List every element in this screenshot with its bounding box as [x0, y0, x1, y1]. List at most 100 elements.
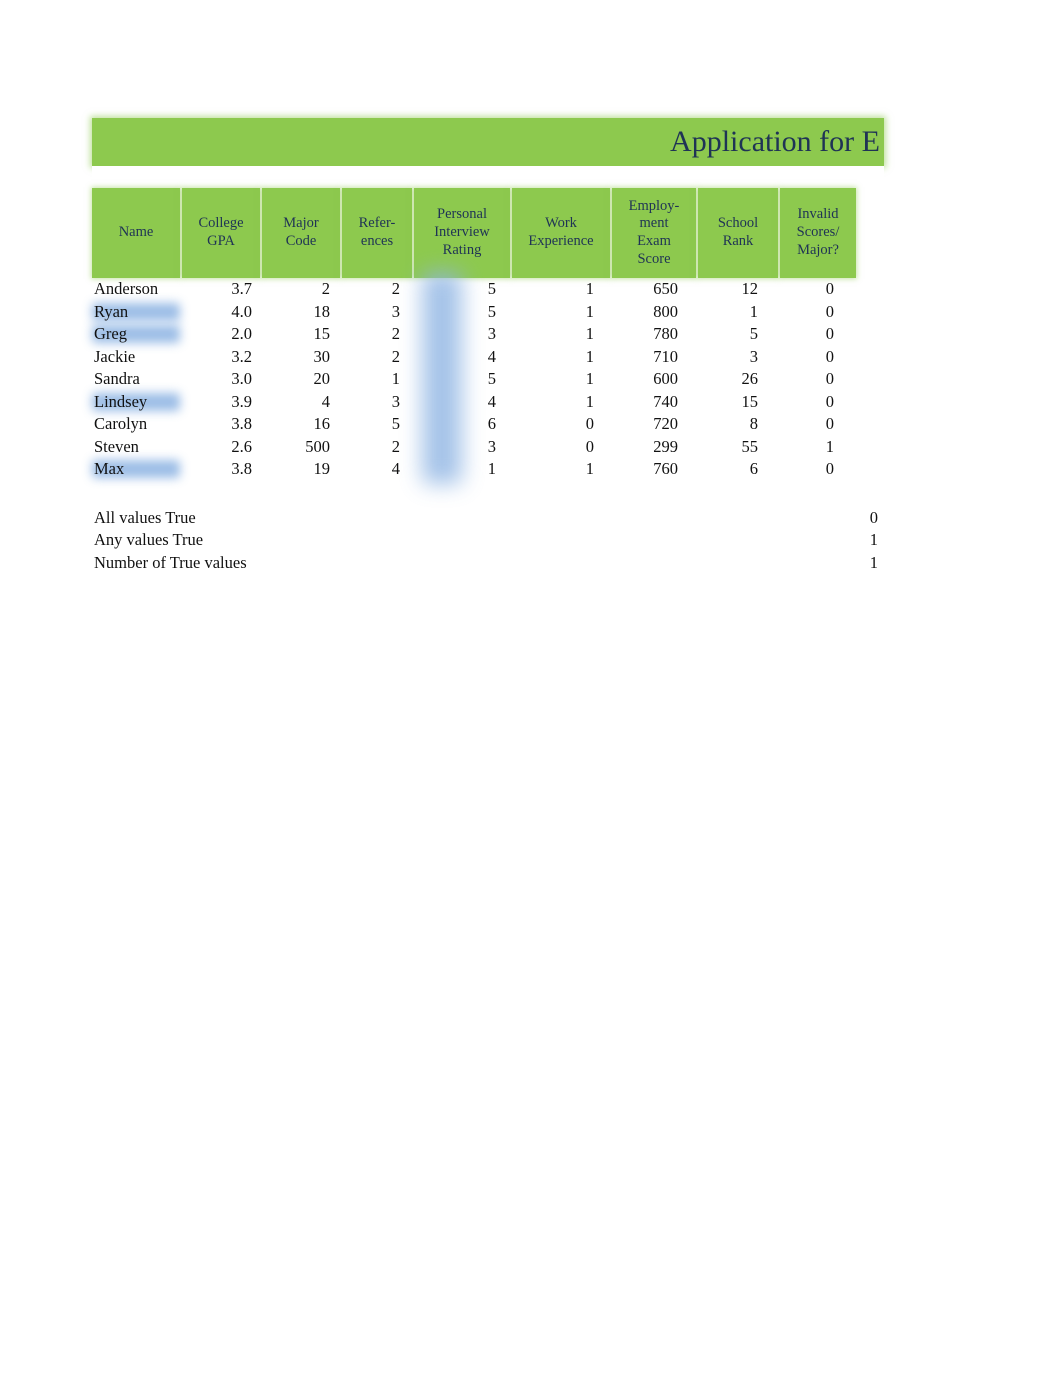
summary-row[interactable]: All values True 0: [92, 507, 884, 530]
cell-exam_score[interactable]: 760: [600, 458, 684, 481]
cell-work_experience[interactable]: 0: [502, 436, 600, 459]
cell-school_rank[interactable]: 3: [684, 346, 764, 369]
cell-invalid[interactable]: 0: [764, 368, 840, 391]
column-header-school_rank[interactable]: School Rank: [698, 188, 778, 278]
cell-references[interactable]: 4: [336, 458, 406, 481]
column-header-references[interactable]: Refer-ences: [342, 188, 412, 278]
column-header-interview_rating[interactable]: Personal Interview Rating: [414, 188, 510, 278]
cell-invalid[interactable]: 0: [764, 301, 840, 324]
cell-school_rank[interactable]: 1: [684, 301, 764, 324]
cell-college_gpa[interactable]: 3.9: [180, 391, 258, 414]
cell-name[interactable]: Greg: [92, 323, 180, 346]
column-header-exam_score[interactable]: Employ-ment Exam Score: [612, 188, 696, 278]
cell-major_code[interactable]: 2: [258, 278, 336, 301]
cell-references[interactable]: 3: [336, 301, 406, 324]
cell-work_experience[interactable]: 1: [502, 278, 600, 301]
table-row[interactable]: Sandra 3.0 20 1 5 1 600 26 0: [92, 368, 884, 391]
cell-exam_score[interactable]: 600: [600, 368, 684, 391]
cell-interview_rating[interactable]: 5: [406, 301, 502, 324]
cell-school_rank[interactable]: 26: [684, 368, 764, 391]
table-row[interactable]: Carolyn 3.8 16 5 6 0 720 8 0: [92, 413, 884, 436]
cell-work_experience[interactable]: 1: [502, 458, 600, 481]
cell-references[interactable]: 1: [336, 368, 406, 391]
cell-exam_score[interactable]: 800: [600, 301, 684, 324]
summary-value[interactable]: 0: [803, 507, 884, 530]
cell-college_gpa[interactable]: 2.6: [180, 436, 258, 459]
cell-invalid[interactable]: 0: [764, 346, 840, 369]
cell-interview_rating[interactable]: 5: [406, 368, 502, 391]
cell-interview_rating[interactable]: 5: [406, 278, 502, 301]
cell-school_rank[interactable]: 5: [684, 323, 764, 346]
cell-major_code[interactable]: 30: [258, 346, 336, 369]
cell-name[interactable]: Jackie: [92, 346, 180, 369]
cell-exam_score[interactable]: 299: [600, 436, 684, 459]
cell-college_gpa[interactable]: 3.8: [180, 458, 258, 481]
column-header-work_experience[interactable]: Work Experience: [512, 188, 610, 278]
cell-college_gpa[interactable]: 2.0: [180, 323, 258, 346]
cell-major_code[interactable]: 500: [258, 436, 336, 459]
cell-references[interactable]: 2: [336, 436, 406, 459]
cell-name[interactable]: Anderson: [92, 278, 180, 301]
cell-invalid[interactable]: 1: [764, 436, 840, 459]
cell-interview_rating[interactable]: 6: [406, 413, 502, 436]
cell-major_code[interactable]: 16: [258, 413, 336, 436]
cell-interview_rating[interactable]: 3: [406, 323, 502, 346]
cell-major_code[interactable]: 18: [258, 301, 336, 324]
summary-value[interactable]: 1: [803, 529, 884, 552]
summary-row[interactable]: Any values True 1: [92, 529, 884, 552]
cell-work_experience[interactable]: 1: [502, 301, 600, 324]
cell-college_gpa[interactable]: 3.7: [180, 278, 258, 301]
cell-work_experience[interactable]: 1: [502, 391, 600, 414]
cell-invalid[interactable]: 0: [764, 278, 840, 301]
cell-invalid[interactable]: 0: [764, 323, 840, 346]
cell-name[interactable]: Max: [92, 458, 180, 481]
cell-name[interactable]: Ryan: [92, 301, 180, 324]
table-row[interactable]: Greg 2.0 15 2 3 1 780 5 0: [92, 323, 884, 346]
cell-name[interactable]: Steven: [92, 436, 180, 459]
cell-college_gpa[interactable]: 3.8: [180, 413, 258, 436]
cell-interview_rating[interactable]: 1: [406, 458, 502, 481]
cell-school_rank[interactable]: 12: [684, 278, 764, 301]
cell-major_code[interactable]: 4: [258, 391, 336, 414]
cell-references[interactable]: 5: [336, 413, 406, 436]
column-header-college_gpa[interactable]: College GPA: [182, 188, 260, 278]
cell-exam_score[interactable]: 740: [600, 391, 684, 414]
cell-exam_score[interactable]: 720: [600, 413, 684, 436]
cell-invalid[interactable]: 0: [764, 391, 840, 414]
cell-name[interactable]: Sandra: [92, 368, 180, 391]
cell-college_gpa[interactable]: 3.2: [180, 346, 258, 369]
cell-school_rank[interactable]: 8: [684, 413, 764, 436]
cell-college_gpa[interactable]: 4.0: [180, 301, 258, 324]
summary-row[interactable]: Number of True values 1: [92, 552, 884, 575]
cell-references[interactable]: 2: [336, 323, 406, 346]
cell-major_code[interactable]: 19: [258, 458, 336, 481]
cell-major_code[interactable]: 20: [258, 368, 336, 391]
cell-major_code[interactable]: 15: [258, 323, 336, 346]
cell-invalid[interactable]: 0: [764, 413, 840, 436]
cell-exam_score[interactable]: 710: [600, 346, 684, 369]
table-row[interactable]: Ryan 4.0 18 3 5 1 800 1 0: [92, 301, 884, 324]
cell-work_experience[interactable]: 1: [502, 323, 600, 346]
cell-references[interactable]: 2: [336, 278, 406, 301]
table-row[interactable]: Lindsey 3.9 4 3 4 1 740 15 0: [92, 391, 884, 414]
cell-references[interactable]: 3: [336, 391, 406, 414]
cell-school_rank[interactable]: 55: [684, 436, 764, 459]
cell-exam_score[interactable]: 780: [600, 323, 684, 346]
cell-interview_rating[interactable]: 4: [406, 346, 502, 369]
table-row[interactable]: Anderson 3.7 2 2 5 1 650 12 0: [92, 278, 884, 301]
cell-college_gpa[interactable]: 3.0: [180, 368, 258, 391]
column-header-major_code[interactable]: Major Code: [262, 188, 340, 278]
column-header-name[interactable]: Name: [92, 188, 180, 278]
cell-school_rank[interactable]: 15: [684, 391, 764, 414]
column-header-invalid[interactable]: Invalid Scores/Major?: [780, 188, 856, 278]
cell-name[interactable]: Lindsey: [92, 391, 180, 414]
cell-references[interactable]: 2: [336, 346, 406, 369]
cell-interview_rating[interactable]: 4: [406, 391, 502, 414]
cell-work_experience[interactable]: 0: [502, 413, 600, 436]
table-row[interactable]: Steven 2.6 500 2 3 0 299 55 1: [92, 436, 884, 459]
cell-school_rank[interactable]: 6: [684, 458, 764, 481]
cell-work_experience[interactable]: 1: [502, 368, 600, 391]
table-row[interactable]: Jackie 3.2 30 2 4 1 710 3 0: [92, 346, 884, 369]
cell-work_experience[interactable]: 1: [502, 346, 600, 369]
cell-invalid[interactable]: 0: [764, 458, 840, 481]
